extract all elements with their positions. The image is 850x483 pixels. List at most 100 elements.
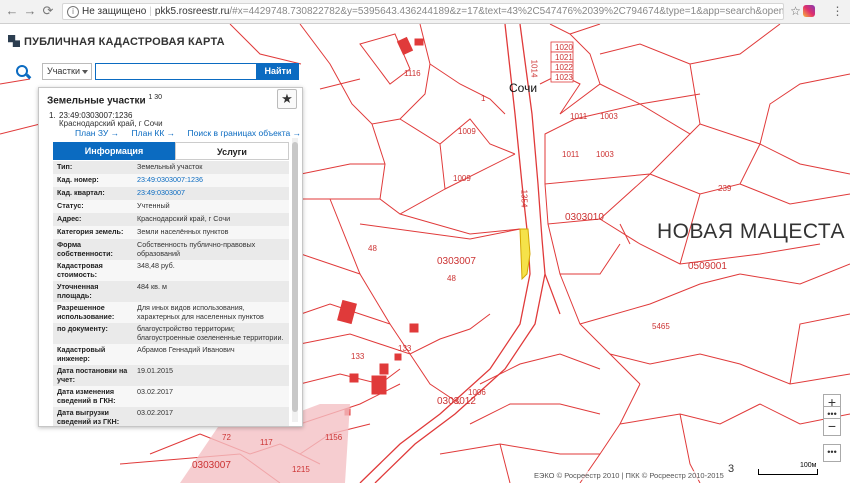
table-row: Разрешенное использование: Для иных видов… xyxy=(53,302,289,323)
parcel-label: 3 xyxy=(728,463,735,475)
url-rest: /#x=4429748.730822782&y=5395643.43624418… xyxy=(229,6,784,17)
row-key: Уточненная площадь: xyxy=(57,282,99,300)
parcel-label: 1354 xyxy=(519,189,529,208)
not-secure-label: Не защищено xyxy=(82,6,147,17)
tab-information[interactable]: Информация xyxy=(53,142,175,160)
chevron-down-icon xyxy=(82,70,88,74)
row-key: Форма собственности: xyxy=(57,240,113,258)
parcel-label: 1020 xyxy=(555,43,573,52)
panel-scrollbar[interactable] xyxy=(292,138,298,422)
row-value: 484 кв. м xyxy=(137,282,167,291)
row-value: Краснодарский край, г Сочи xyxy=(137,214,231,223)
row-key: Статус: xyxy=(57,201,84,210)
logo-icon xyxy=(8,35,20,47)
address-bar[interactable]: i Не защищено | pkk5.rosreestr.ru/#x=442974… xyxy=(62,3,784,20)
row-value: Земли населённых пунктов xyxy=(137,227,229,236)
bookmark-star-icon[interactable]: ☆ xyxy=(788,4,803,19)
parcel-label: 5465 xyxy=(652,322,670,331)
result-count: 1 30 xyxy=(148,94,163,101)
scale-bar xyxy=(758,469,818,475)
table-row: Кад. номер: 23:49:0303007:1236 xyxy=(53,174,289,187)
menu-kebab-icon[interactable]: ⋮ xyxy=(830,4,845,19)
scale-label: 100м xyxy=(800,462,817,469)
search-type-label: Участки xyxy=(47,66,80,76)
scroll-thumb[interactable] xyxy=(292,142,298,412)
parcel-label: 1009 xyxy=(458,127,476,136)
row-value[interactable]: 23:49:0303007 xyxy=(137,188,289,198)
parcel-label: 48 xyxy=(447,274,456,283)
row-key: по документу: xyxy=(57,324,108,333)
quarter-label: 0303007 xyxy=(437,256,476,267)
table-row: Уточненная площадь: 484 кв. м xyxy=(53,281,289,302)
parcel-label: 1 xyxy=(481,94,486,103)
row-value: 19.01.2015 xyxy=(137,366,173,375)
search-input[interactable] xyxy=(95,63,257,80)
row-value: 03.02.2017 xyxy=(137,387,173,396)
row-key: Дата изменения сведений в ГКН: xyxy=(57,387,116,405)
app-title: ПУБЛИЧНАЯ КАДАСТРОВАЯ КАРТА xyxy=(24,36,225,48)
favorite-star-button[interactable]: ★ xyxy=(277,89,297,109)
row-key: Адрес: xyxy=(57,214,82,223)
back-icon[interactable]: ← xyxy=(4,3,20,19)
search-in-bounds-link[interactable]: Поиск в границах объекта → xyxy=(188,128,302,138)
reload-icon[interactable]: ⟳ xyxy=(40,3,56,19)
object-links: План ЗУ → План КК → Поиск в границах объ… xyxy=(75,128,302,138)
parcel-label: 117 xyxy=(260,438,273,447)
panel-tabs: Информация Услуги xyxy=(53,142,289,160)
row-value: Абрамов Геннадий Иванович xyxy=(137,345,235,354)
row-key: Кад. квартал: xyxy=(57,188,105,197)
app-logo[interactable]: ПУБЛИЧНАЯ КАДАСТРОВАЯ КАРТА xyxy=(8,35,225,48)
map-attribution: ЕЭКО © Росреестр 2010 | ПКК © Росреестр … xyxy=(534,471,724,480)
parcel-label: 1116 xyxy=(404,69,421,78)
parcel-label: 1003 xyxy=(600,112,618,121)
quarter-label: 0509001 xyxy=(688,261,727,272)
parcel-label: 48 xyxy=(368,244,377,253)
tab-services[interactable]: Услуги xyxy=(175,142,289,160)
info-panel: Земельные участки 1 30 ★ 1. 23:49:030300… xyxy=(38,87,303,427)
row-key: Тип: xyxy=(57,162,73,171)
parcel-label: 1156 xyxy=(325,433,343,442)
extension-icon[interactable] xyxy=(803,5,815,17)
parcel-label: 1014 xyxy=(529,59,539,78)
table-row: Тип: Земельный участок xyxy=(53,161,289,174)
row-key: Кад. номер: xyxy=(57,175,99,184)
map-menu-button[interactable]: ••• xyxy=(823,444,841,462)
row-value: 348,48 руб. xyxy=(137,261,175,270)
parcel-label: 1011 xyxy=(562,150,580,159)
search-icon[interactable] xyxy=(16,65,30,79)
table-row: Категория земель: Земли населённых пункто… xyxy=(53,226,289,239)
url-host: pkk5.rosreestr.ru xyxy=(154,6,230,17)
row-key: Категория земель: xyxy=(57,227,124,236)
quarter-label: 0303007 xyxy=(192,460,231,471)
parcel-label: 1011 xyxy=(570,112,588,121)
parcel-label: 1003 xyxy=(596,150,614,159)
row-value[interactable]: 23:49:0303007:1236 xyxy=(137,175,289,185)
row-key: Дата постановки на учет: xyxy=(57,366,128,384)
row-value: Для иных видов использования, характерны… xyxy=(137,303,264,321)
row-key: Кадастровая стоимость: xyxy=(57,261,103,279)
parcel-label: 72 xyxy=(222,433,231,442)
row-key: Дата выгрузки сведений из ГКН: xyxy=(57,408,120,426)
parcel-label: 133 xyxy=(351,352,365,361)
table-row: Дата выгрузки сведений из ГКН: 03.02.2017 xyxy=(53,407,289,426)
plan-kk-link[interactable]: План КК → xyxy=(132,128,176,138)
forward-icon[interactable]: → xyxy=(22,3,38,19)
info-icon[interactable]: i xyxy=(67,6,79,18)
browser-toolbar: ← → ⟳ i Не защищено | pkk5.rosreestr.ru/#x=… xyxy=(0,0,850,24)
table-row: Кадастровый инженер: Абрамов Геннадий Ива… xyxy=(53,344,289,365)
zoom-out-button[interactable]: − xyxy=(823,418,841,436)
quarter-label: 0303010 xyxy=(565,212,604,223)
row-value: Собственность публично-правовых образова… xyxy=(137,240,256,258)
plan-zu-link[interactable]: План ЗУ → xyxy=(75,128,119,138)
attributes-table: Тип: Земельный участок Кад. номер: 23:49:03… xyxy=(53,161,289,426)
parcel-label: 239 xyxy=(718,184,732,193)
find-button[interactable]: Найти xyxy=(257,63,299,80)
search-type-select[interactable]: Участки xyxy=(42,63,92,80)
settlement-label: НОВАЯ МАЦЕСТА xyxy=(657,220,845,243)
row-key: Кадастровый инженер: xyxy=(57,345,106,363)
row-value: Учтенный xyxy=(137,201,170,210)
parcel-label: 133 xyxy=(398,344,412,353)
table-row: Форма собственности: Собственность публич… xyxy=(53,239,289,260)
table-row: Дата постановки на учет: 19.01.2015 xyxy=(53,365,289,386)
city-label: Сочи xyxy=(509,81,538,95)
